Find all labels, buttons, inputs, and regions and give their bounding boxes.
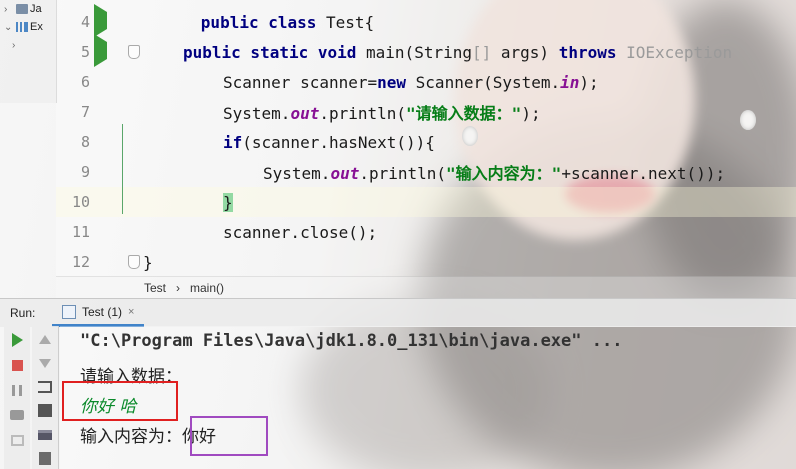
chevron-right-icon[interactable]: › <box>4 40 22 51</box>
pause-button[interactable] <box>7 379 27 401</box>
pause-icon <box>12 384 22 396</box>
chevron-right-icon[interactable]: › <box>4 4 14 15</box>
close-icon[interactable]: × <box>128 306 134 318</box>
tree-row-sub[interactable]: › <box>0 36 56 54</box>
run-method-icon[interactable] <box>94 34 108 67</box>
up-button[interactable] <box>35 329 55 350</box>
run-label: Run: <box>10 306 36 320</box>
code-text: scanner.close(); <box>223 222 378 242</box>
code-text: [] <box>471 42 492 62</box>
play-icon <box>11 333 23 347</box>
line-number: 8 <box>80 133 90 151</box>
project-tree: › Ja ⌄ Ex › <box>0 0 57 103</box>
tree-row-java[interactable]: › Ja <box>0 0 56 18</box>
print-button[interactable] <box>35 424 55 445</box>
line-number: 6 <box>80 73 90 91</box>
breadcrumb-item-class[interactable]: Test <box>144 281 166 295</box>
code-line-12[interactable]: 12 } <box>56 247 796 277</box>
breadcrumb-item-method[interactable]: main() <box>190 281 224 295</box>
clear-button[interactable] <box>35 448 55 469</box>
code-line-8[interactable]: 8 if(scanner.hasNext()){ <box>56 127 796 157</box>
code-line-10[interactable]: 10 } <box>56 187 796 217</box>
fold-icon[interactable] <box>128 255 140 269</box>
stop-button[interactable] <box>7 354 27 376</box>
run-tool-window-header: Run: Test (1) × <box>0 298 796 327</box>
run-tab-label: Test (1) <box>82 304 123 319</box>
code-text: ); <box>579 72 599 92</box>
keyword: new <box>377 72 407 92</box>
arrow-up-icon <box>39 334 51 344</box>
breadcrumb: Test › main() <box>56 276 796 298</box>
line-number: 9 <box>80 163 90 181</box>
field: out <box>330 164 360 183</box>
matched-brace: } <box>223 192 233 212</box>
line-number: 10 <box>71 193 90 211</box>
code-text: System. <box>223 104 291 123</box>
code-line-6[interactable]: 6 Scanner scanner=new Scanner(System.in)… <box>56 67 796 97</box>
code-text: .println( <box>359 164 447 183</box>
console-command-line: "C:\Program Files\Java\jdk1.8.0_131\bin\… <box>80 331 623 351</box>
class-name: Test{ <box>316 12 375 32</box>
field: in <box>560 72 580 92</box>
arrow-down-icon <box>39 358 51 368</box>
code-text: System. <box>263 164 331 183</box>
soft-wrap-icon <box>38 381 52 394</box>
keyword: if <box>223 132 243 152</box>
exit-button[interactable] <box>7 429 27 451</box>
field: out <box>290 104 320 123</box>
console-tab-icon <box>62 304 76 319</box>
annotation-purple-box <box>190 416 268 456</box>
line-number: 5 <box>80 43 90 61</box>
tree-row-label: Ja <box>30 3 42 15</box>
code-text: args) <box>491 42 559 62</box>
code-text: IOException <box>616 42 733 62</box>
run-toolbar-primary <box>4 326 30 469</box>
code-line-5[interactable]: 5 public static void main(String[] args)… <box>56 34 796 67</box>
code-line-9[interactable]: 9 System.out.println("输入内容为："+scanner.ne… <box>56 157 796 187</box>
code-text: main(String <box>356 42 472 62</box>
soft-wrap-button[interactable] <box>35 377 55 398</box>
string-literal: "请输入数据：" <box>406 104 522 123</box>
stop-icon <box>11 359 23 371</box>
tree-row-external[interactable]: ⌄ Ex <box>0 18 56 36</box>
code-text: ); <box>521 104 541 123</box>
keyword: public class <box>200 12 317 32</box>
exit-icon <box>10 434 24 446</box>
scroll-end-icon <box>38 404 52 418</box>
line-number: 11 <box>71 223 90 241</box>
line-number: 4 <box>80 13 90 31</box>
run-tab-test[interactable]: Test (1) × <box>52 299 145 327</box>
down-button[interactable] <box>35 353 55 374</box>
code-text: +scanner.next()); <box>561 164 726 183</box>
annotation-red-box <box>62 381 178 421</box>
keyword: throws <box>558 42 617 62</box>
scroll-to-end-button[interactable] <box>35 400 55 421</box>
line-number: 12 <box>71 253 90 271</box>
chevron-right-icon: › <box>176 280 181 295</box>
print-icon <box>38 429 52 440</box>
trash-icon <box>39 452 51 466</box>
code-line-11[interactable]: 11 scanner.close(); <box>56 217 796 247</box>
code-text: } <box>143 252 153 272</box>
folder-icon <box>16 4 28 14</box>
code-text: .println( <box>319 104 407 123</box>
keyword: public static void <box>183 42 357 62</box>
dump-threads-button[interactable] <box>7 404 27 426</box>
line-number: 7 <box>80 103 90 121</box>
code-editor[interactable]: 4 public class Test{ 5 public static voi… <box>56 0 796 276</box>
camera-icon <box>10 410 24 420</box>
code-line-4[interactable]: 4 public class Test{ <box>56 4 796 37</box>
code-text: (scanner.hasNext()){ <box>242 132 435 152</box>
code-text: Scanner(System. <box>406 72 561 92</box>
fold-icon[interactable] <box>128 45 140 59</box>
rerun-button[interactable] <box>7 329 27 351</box>
tree-row-label: Ex <box>30 21 43 33</box>
code-line-7[interactable]: 7 System.out.println("请输入数据："); <box>56 97 796 127</box>
string-literal: "输入内容为：" <box>446 164 562 183</box>
run-toolbar-secondary <box>32 326 59 469</box>
code-text: Scanner scanner= <box>223 72 378 92</box>
chevron-down-icon[interactable]: ⌄ <box>4 22 14 33</box>
library-icon <box>16 22 28 32</box>
run-class-icon[interactable] <box>94 4 108 37</box>
